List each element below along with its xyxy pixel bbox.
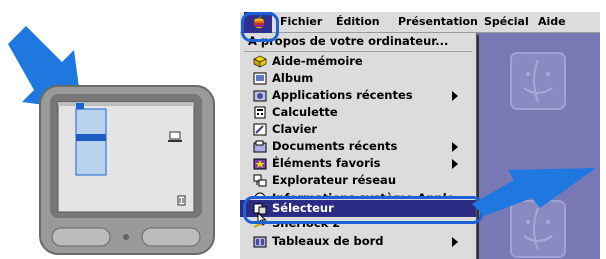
mac-os-screen: Fichier Édition Présentation Spécial Aid… — [240, 12, 600, 259]
menu-item-explorateur-reseau[interactable]: Explorateur réseau — [240, 172, 476, 189]
submenu-arrow-icon — [452, 142, 458, 152]
network-icon — [253, 174, 267, 187]
menu-item-aide-memoire[interactable]: Aide-mémoire — [240, 53, 476, 70]
menu-presentation[interactable]: Présentation — [398, 15, 478, 28]
menu-edition[interactable]: Édition — [336, 15, 380, 28]
submenu-arrow-icon — [452, 159, 458, 169]
menu-bar: Fichier Édition Présentation Spécial Aid… — [240, 12, 600, 33]
submenu-arrow-icon — [452, 237, 458, 247]
menu-separator — [244, 51, 472, 52]
menu-item-applications-recentes[interactable]: Applications récentes — [240, 87, 476, 104]
apple-menu-dropdown: A propos de votre ordinateur... Aide-mém… — [240, 33, 477, 259]
menu-item-label: Calculette — [272, 105, 338, 119]
menu-item-documents-recents[interactable]: Documents récents — [240, 138, 476, 155]
menu-item-label: Documents récents — [272, 139, 398, 153]
calculator-icon — [254, 106, 266, 119]
menu-item-label: Album — [272, 71, 314, 85]
menu-item-label: Applications récentes — [272, 88, 413, 102]
pointer-arrow-icon — [472, 168, 596, 216]
apple-menu-highlight — [241, 12, 279, 42]
favorites-icon — [253, 158, 267, 170]
menu-item-elements-favoris[interactable]: Éléments favoris — [240, 155, 476, 172]
selecteur-highlight — [243, 196, 483, 224]
menu-item-clavier[interactable]: Clavier — [240, 121, 476, 138]
menu-item-album[interactable]: Album — [240, 70, 476, 87]
computer-monitor-illustration — [39, 85, 215, 255]
menu-item-label: Tableaux de bord — [272, 234, 384, 248]
mac-os-logo-watermark-icon — [510, 52, 566, 110]
keyboard-icon — [253, 123, 267, 136]
menu-item-label: Aide-mémoire — [272, 54, 363, 68]
note-icon — [253, 55, 267, 68]
control-panels-icon — [253, 236, 267, 248]
menu-item-label: Explorateur réseau — [272, 173, 397, 187]
menu-item-label: Clavier — [272, 122, 318, 136]
documents-icon — [253, 140, 267, 153]
menu-item-calculette[interactable]: Calculette — [240, 104, 476, 121]
menu-aide[interactable]: Aide — [538, 15, 566, 28]
menu-item-tableaux-de-bord[interactable]: Tableaux de bord — [240, 233, 476, 250]
menu-special[interactable]: Spécial — [484, 15, 529, 28]
apps-icon — [253, 90, 267, 102]
menu-item-label: Éléments favoris — [272, 156, 381, 170]
album-icon — [253, 72, 267, 85]
menu-fichier[interactable]: Fichier — [280, 15, 322, 28]
submenu-arrow-icon — [452, 91, 458, 101]
